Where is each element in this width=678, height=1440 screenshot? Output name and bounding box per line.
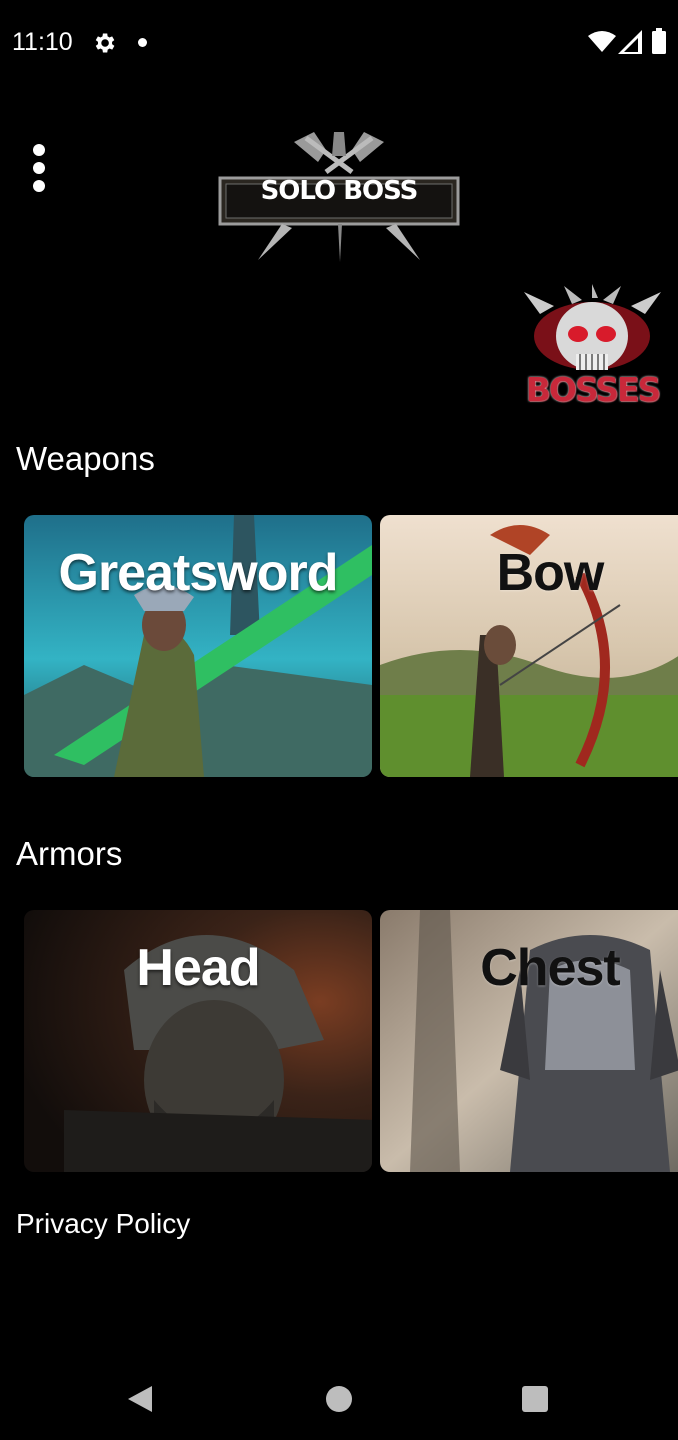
armors-section-title: Armors <box>16 835 123 872</box>
navigation-bar <box>0 1356 678 1440</box>
app-screen: 11:10 SOLO BOSS BOSSES Weapons Greatswor… <box>0 0 678 1440</box>
bosses-label: BOSSES <box>525 370 662 409</box>
signal-icon <box>618 30 642 54</box>
overflow-menu-icon[interactable] <box>18 136 60 200</box>
greatsword-card[interactable]: Greatsword <box>24 515 372 777</box>
chest-label: Chest <box>480 939 620 997</box>
home-icon[interactable] <box>326 1386 352 1412</box>
gear-icon <box>95 33 115 53</box>
notification-dot-icon <box>138 38 147 47</box>
solo-boss-logo: SOLO BOSS <box>214 128 464 264</box>
chest-card[interactable]: Chest <box>380 910 678 1172</box>
recents-icon[interactable] <box>522 1386 548 1412</box>
head-label: Head <box>136 939 260 997</box>
armors-carousel[interactable]: Head Chest <box>0 910 678 1172</box>
head-card[interactable]: Head <box>24 910 372 1172</box>
skull-icon <box>524 284 661 370</box>
bow-label: Bow <box>496 544 605 602</box>
status-bar: 11:10 <box>0 0 678 84</box>
bow-card[interactable]: Bow <box>380 515 678 777</box>
privacy-policy-link[interactable]: Privacy Policy <box>16 1208 190 1240</box>
wifi-icon <box>588 31 616 52</box>
battery-icon <box>652 28 666 54</box>
back-icon[interactable] <box>126 1384 154 1414</box>
bosses-button[interactable]: BOSSES <box>520 284 665 414</box>
logo-text: SOLO BOSS <box>260 176 419 206</box>
status-time: 11:10 <box>12 28 73 56</box>
weapons-section-title: Weapons <box>16 440 155 477</box>
weapons-carousel[interactable]: Greatsword Bow <box>0 515 678 777</box>
greatsword-label: Greatsword <box>58 544 339 602</box>
